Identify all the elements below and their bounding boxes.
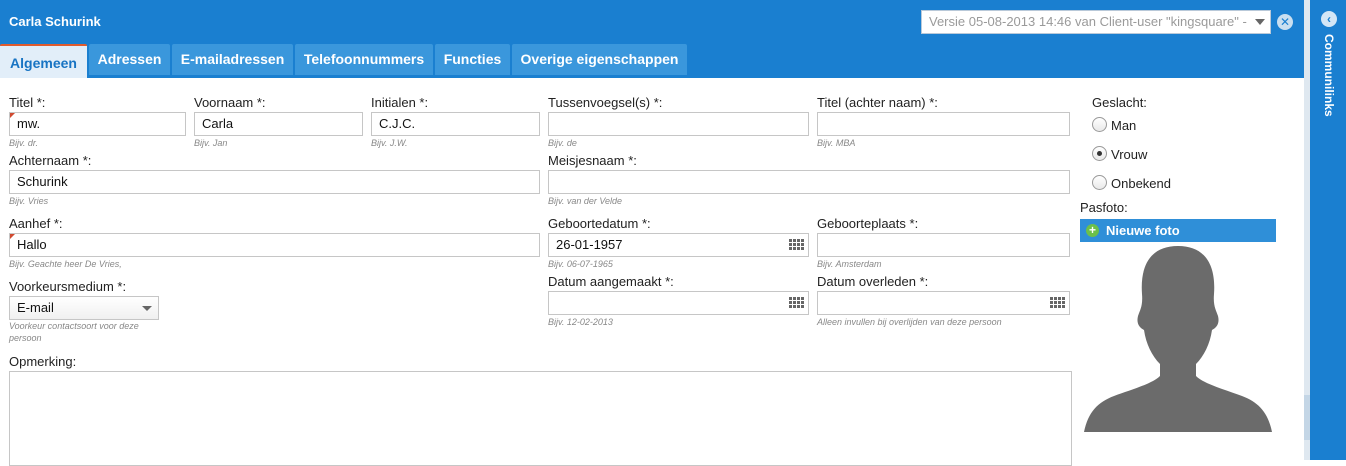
radio-vrouw-label[interactable]: Vrouw: [1111, 147, 1147, 162]
tab-algemeen[interactable]: Algemeen: [0, 44, 87, 78]
initialen-hint: Bijv. J.W.: [371, 138, 408, 148]
initialen-label: Initialen *:: [371, 95, 429, 110]
calendar-icon[interactable]: [789, 297, 804, 309]
pasfoto-label: Pasfoto:: [1080, 200, 1128, 215]
nieuwe-foto-button[interactable]: + Nieuwe foto: [1080, 219, 1276, 242]
tussenvoegsel-hint: Bijv. de: [548, 138, 577, 148]
meisjesnaam-hint: Bijv. van der Velde: [548, 196, 623, 206]
voorkeursmedium-select[interactable]: E-mail: [9, 296, 159, 320]
voornaam-input[interactable]: Carla: [194, 112, 363, 136]
aanhef-input[interactable]: Hallo: [9, 233, 540, 257]
achternaam-label: Achternaam *:: [9, 153, 92, 168]
datum-overleden-input[interactable]: [817, 291, 1070, 315]
radio-onbekend[interactable]: [1092, 175, 1107, 190]
chevron-down-icon[interactable]: [142, 306, 152, 311]
achternaam-input[interactable]: Schurink: [9, 170, 540, 194]
window-title: Carla Schurink: [9, 14, 101, 29]
meisjesnaam-input[interactable]: [548, 170, 1070, 194]
achternaam-hint: Bijv. Vries: [9, 196, 49, 206]
datum-overleden-label: Datum overleden *:: [817, 274, 929, 289]
voornaam-label: Voornaam *:: [194, 95, 266, 110]
tab-telefoonnummers[interactable]: Telefoonnummers: [295, 44, 433, 75]
datum-aangemaakt-label: Datum aangemaakt *:: [548, 274, 674, 289]
tab-e-mailadressen[interactable]: E-mailadressen: [172, 44, 293, 75]
tab-adressen[interactable]: Adressen: [89, 44, 170, 75]
geboortedatum-input[interactable]: 26-01-1957: [548, 233, 809, 257]
tussenvoegsel-label: Tussenvoegsel(s) *:: [548, 95, 663, 110]
version-value: Versie 05-08-2013 14:46 van Client-user …: [929, 14, 1247, 29]
radio-vrouw[interactable]: [1092, 146, 1107, 161]
voorkeursmedium-hint-2: persoon: [9, 333, 42, 343]
plus-icon: +: [1086, 224, 1099, 237]
chevron-left-icon[interactable]: ‹: [1321, 11, 1337, 27]
initialen-input[interactable]: C.J.C.: [371, 112, 540, 136]
nieuwe-foto-label: Nieuwe foto: [1106, 223, 1180, 238]
radio-man-label[interactable]: Man: [1111, 118, 1136, 133]
aanhef-hint: Bijv. Geachte heer De Vries,: [9, 259, 122, 269]
titel-input[interactable]: mw.: [9, 112, 186, 136]
titel-label: Titel *:: [9, 95, 46, 110]
voorkeursmedium-value: E-mail: [17, 300, 54, 315]
chevron-down-icon[interactable]: [1250, 11, 1270, 33]
voornaam-hint: Bijv. Jan: [194, 138, 228, 148]
geboortedatum-value: 26-01-1957: [556, 237, 623, 252]
version-select[interactable]: Versie 05-08-2013 14:46 van Client-user …: [921, 10, 1271, 34]
geslacht-label: Geslacht:: [1092, 95, 1147, 110]
datum-aangemaakt-input[interactable]: [548, 291, 809, 315]
opmerking-textarea[interactable]: [9, 371, 1072, 466]
radio-man[interactable]: [1092, 117, 1107, 132]
datum-overleden-hint: Alleen invullen bij overlijden van deze …: [817, 317, 1002, 327]
tab-functies[interactable]: Functies: [435, 44, 510, 75]
meisjesnaam-label: Meisjesnaam *:: [548, 153, 637, 168]
voorkeursmedium-hint: Voorkeur contactsoort voor deze: [9, 321, 139, 331]
tab-overige-eigenschappen[interactable]: Overige eigenschappen: [512, 44, 687, 75]
titel-achter-input[interactable]: [817, 112, 1070, 136]
close-icon[interactable]: ✕: [1277, 14, 1293, 30]
aanhef-label: Aanhef *:: [9, 216, 63, 231]
geboortedatum-label: Geboortedatum *:: [548, 216, 651, 231]
calendar-icon[interactable]: [1050, 297, 1065, 309]
geboorteplaats-hint: Bijv. Amsterdam: [817, 259, 882, 269]
titel-achter-label: Titel (achter naam) *:: [817, 95, 938, 110]
calendar-icon[interactable]: [789, 239, 804, 251]
voorkeursmedium-label: Voorkeursmedium *:: [9, 279, 127, 294]
geboorteplaats-input[interactable]: [817, 233, 1070, 257]
geboortedatum-hint: Bijv. 06-07-1965: [548, 259, 613, 269]
radio-onbekend-label[interactable]: Onbekend: [1111, 176, 1171, 191]
titel-hint: Bijv. dr.: [9, 138, 39, 148]
opmerking-label: Opmerking:: [9, 354, 77, 369]
titel-achter-hint: Bijv. MBA: [817, 138, 856, 148]
geboorteplaats-label: Geboorteplaats *:: [817, 216, 919, 231]
tussenvoegsel-input[interactable]: [548, 112, 809, 136]
communilinks-label[interactable]: Communilinks: [1322, 34, 1336, 117]
datum-aangemaakt-hint: Bijv. 12-02-2013: [548, 317, 613, 327]
avatar-placeholder-icon: [1084, 246, 1272, 432]
